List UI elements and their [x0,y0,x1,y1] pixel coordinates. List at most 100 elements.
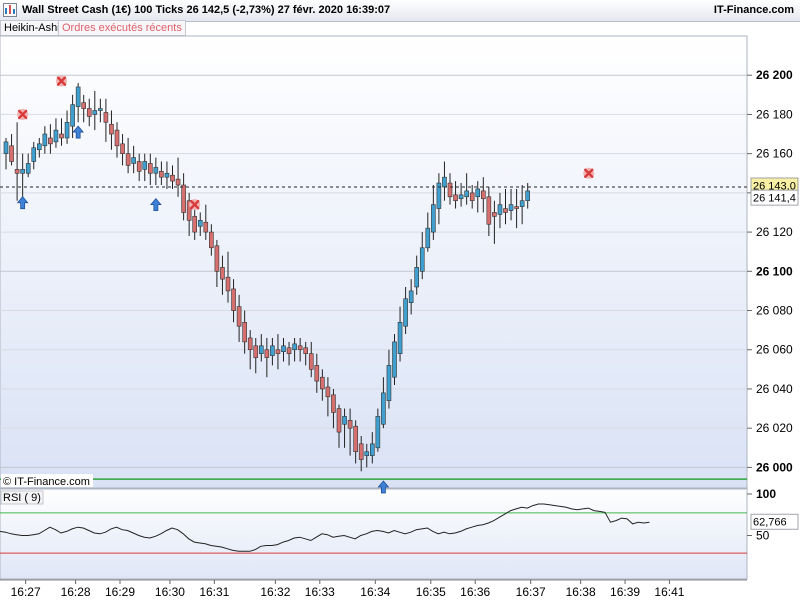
time-tick-label: 16:28 [61,585,91,599]
candle-body [303,347,309,354]
candle-body [192,216,197,233]
candle-body [75,86,81,107]
candle-body [447,182,453,198]
candle-body [353,425,358,453]
candle-body [514,206,519,209]
candle-body [175,178,181,186]
price-tick-label: 26 000 [756,460,793,474]
candle-body [103,112,109,123]
candle-body [53,129,59,143]
time-tick-label: 16:41 [654,585,684,599]
candle-body [469,192,475,202]
candle-body [492,212,497,217]
candle-body [64,121,70,139]
candle-body [431,204,436,233]
time-tick-label: 16:38 [566,585,596,599]
candle-body [320,376,325,390]
candle-body [236,306,242,327]
candle-body [70,104,75,127]
candle-body [342,416,347,425]
candle-body [386,365,392,402]
time-tick-label: 16:39 [610,585,640,599]
candle-body [242,321,247,343]
time-tick-label: 16:37 [516,585,546,599]
candle-body [209,231,214,249]
price-tick-label: 26 160 [756,147,793,161]
candle-body [425,227,431,249]
candle-body [25,163,31,174]
rsi-tick-label: 100 [756,487,776,501]
candle-body [125,153,131,166]
candle-body [270,345,275,356]
candle-body [148,163,153,174]
candle-body [203,221,209,233]
executed-order-icon [189,199,201,211]
candle-body [292,343,297,351]
candle-body [525,190,531,202]
candle-body [325,386,331,398]
price-tag-label: 26 141,4 [753,193,796,205]
candle-body [281,345,286,352]
candle-body [142,161,148,170]
price-tick-label: 26 100 [756,264,793,278]
candle-body [214,245,220,272]
rsi-panel-label: RSI ( 9) [3,492,41,504]
time-tick-label: 16:35 [416,585,446,599]
candle-body [114,129,120,147]
chart-window: Wall Street Cash (1€) 100 Ticks 26 142,5… [0,0,800,600]
candle-body [486,196,492,225]
candle-body [347,420,353,429]
price-tick-label: 26 040 [756,382,793,396]
executed-order-icon [56,75,67,87]
candle-body [397,321,403,354]
candle-body [519,200,525,207]
candle-body [59,133,64,139]
candle-body [453,194,458,202]
time-tick-label: 16:34 [360,585,390,599]
candle-body [153,167,159,174]
price-tick-label: 26 200 [756,68,793,82]
candle-body [464,190,469,198]
candle-body [131,157,136,164]
price-tick-label: 26 180 [756,107,793,121]
price-tick-label: 26 060 [756,343,793,357]
candle-body [181,184,186,213]
time-tick-label: 16:36 [460,585,490,599]
candle-body [120,143,125,154]
candle-body [286,347,292,354]
time-tick-label: 16:29 [105,585,135,599]
candle-body [336,408,342,433]
price-tick-label: 26 120 [756,225,793,239]
candle-body [408,290,414,303]
candle-body [503,208,508,213]
candle-body [36,143,42,151]
candle-body [358,443,364,460]
candle-body [9,145,14,162]
price-axis: 26 000 26 020 26 040 26 060 26 080 26 100 26 1… [747,68,793,474]
candle-body [497,204,503,215]
candle-body [109,123,114,135]
candle-body [369,443,375,456]
candle-body [381,392,386,425]
candle-body [164,172,170,178]
candle-body [86,108,92,117]
rsi-panel-background [0,488,748,580]
candle-body [475,188,481,198]
candle-body [247,337,253,351]
rsi-tag-label: 62,766 [753,517,787,529]
candle-body [81,102,86,109]
candle-body [92,110,98,115]
candle-body [419,247,425,272]
price-tick-label: 26 080 [756,304,793,318]
rsi-value-tag: 62,766 [750,513,799,530]
price-tags: 26 143,026 141,4 [750,177,799,206]
candle-body [442,176,447,188]
candle-body [31,147,37,162]
candle-body [480,190,486,200]
candle-body [297,345,303,351]
candle-body [264,349,270,358]
chart-area[interactable]: 26 000 26 020 26 040 26 060 26 080 26 100 26 1… [0,0,800,600]
candle-body [314,365,320,382]
time-tick-label: 16:32 [260,585,290,599]
candle-body [253,345,259,358]
